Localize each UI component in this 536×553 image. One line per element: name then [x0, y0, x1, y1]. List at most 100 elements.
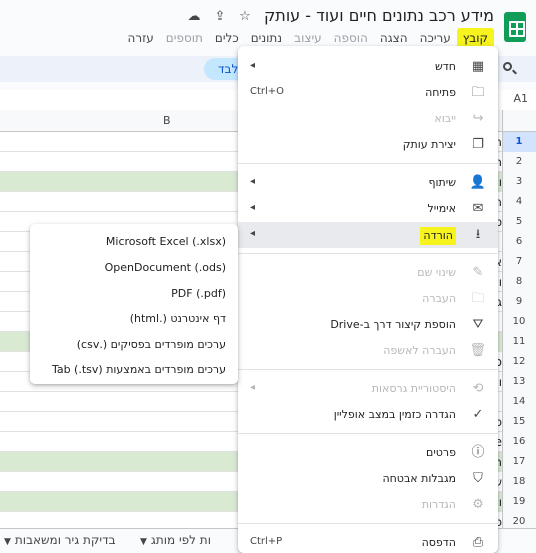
- menu-file[interactable]: קובץ: [456, 28, 494, 48]
- file-menu-item-label: ייבוא: [434, 112, 456, 125]
- row-number[interactable]: 2: [502, 152, 536, 172]
- file-menu-item: ⚙ הגדרות: [238, 492, 498, 518]
- file-menu-item[interactable]: ✉ אימייל ◂: [238, 196, 498, 222]
- file-menu-item: ⟲ היסטוריית גרסאות ◂: [238, 376, 498, 402]
- row-number[interactable]: 10: [502, 312, 536, 332]
- row-number[interactable]: 12: [502, 352, 536, 372]
- file-menu-item[interactable]: ⎙ הדפסה Ctrl+P: [238, 530, 498, 553]
- file-menu-item[interactable]: ⓘ פרטים: [238, 440, 498, 466]
- menu-format[interactable]: עיצוב: [288, 28, 328, 48]
- sheets-logo-icon[interactable]: [504, 12, 526, 42]
- file-menu-item-label: העברה: [422, 292, 456, 305]
- file-menu-item-label: הגדרה כזמין במצב אופליין: [333, 408, 456, 421]
- sheet-tab-partial[interactable]: ות לפי מותג▼: [140, 531, 211, 549]
- file-menu-item[interactable]: ⭳ הורדה ◂: [238, 222, 498, 248]
- email-icon: ✉: [472, 201, 484, 216]
- menu-edit[interactable]: עריכה: [414, 28, 457, 48]
- menu-extensions[interactable]: תוספים: [160, 28, 209, 48]
- file-menu-item-label: פרטים: [426, 446, 456, 459]
- row-number[interactable]: 3: [502, 172, 536, 192]
- info-icon: ⓘ: [471, 445, 485, 460]
- file-menu-item[interactable]: ⛉ מגבלות אבטחה: [238, 466, 498, 492]
- row-number[interactable]: 7: [502, 252, 536, 272]
- submenu-arrow-icon: ◂: [250, 382, 256, 393]
- file-menu-item-label: היסטוריית גרסאות: [371, 382, 456, 395]
- shortcut-hint: Ctrl+P: [250, 536, 283, 547]
- dropdown-arrow-icon: ▼: [4, 537, 11, 547]
- star-icon[interactable]: ☆: [237, 9, 253, 25]
- submenu-arrow-icon: ◂: [250, 60, 256, 71]
- file-menu-item: ↪ ייבוא: [238, 106, 498, 132]
- row-number[interactable]: 6: [502, 232, 536, 252]
- download-format-label: Microsoft Excel (.xlsx): [105, 235, 226, 248]
- row-number[interactable]: 13: [502, 372, 536, 392]
- submenu-arrow-icon: ◂: [250, 202, 256, 213]
- rename-pencil-icon: ✎: [472, 265, 484, 280]
- download-format-label: ערכים מופרדים בפסיקים (.csv): [76, 338, 226, 351]
- menu-separator: [238, 523, 498, 524]
- row-number[interactable]: 5: [502, 212, 536, 232]
- file-menu: ▦ חדש ◂ 🗀 פתיחה Ctrl+O ↪ ייבוא ❐ יצירת עותק 👤 שיתוף…: [238, 46, 498, 553]
- file-menu-item: 🗀 העברה: [238, 286, 498, 312]
- menu-view[interactable]: הצגה: [374, 28, 414, 48]
- menu-bar: קובץ עריכה הצגה הוספה עיצוב נתונים כלים …: [122, 28, 494, 48]
- menu-separator: [238, 433, 498, 434]
- settings-gear-icon: ⚙: [472, 497, 484, 512]
- download-format-item[interactable]: ערכים מופרדים באמצעות Tab (.tsv): [30, 357, 238, 382]
- download-format-item[interactable]: Microsoft Excel (.xlsx): [30, 229, 238, 254]
- row-number[interactable]: 18: [502, 472, 536, 492]
- download-format-item[interactable]: דף אינטרנט (.html): [30, 306, 238, 331]
- name-box[interactable]: A1: [513, 92, 528, 105]
- menu-help[interactable]: עזרה: [122, 28, 160, 48]
- file-menu-item[interactable]: ▦ חדש ◂: [238, 54, 498, 80]
- menu-separator: [238, 163, 498, 164]
- download-format-item[interactable]: OpenDocument (.ods): [30, 255, 238, 280]
- sheet-tab-label: בדיקת גיר ומשאבות: [14, 533, 116, 547]
- move-folder-icon[interactable]: ⇪: [212, 9, 228, 25]
- row-number[interactable]: 1: [502, 132, 536, 152]
- download-format-label: דף אינטרנט (.html): [129, 312, 226, 325]
- download-submenu: Microsoft Excel (.xlsx) OpenDocument (.od…: [30, 224, 238, 384]
- file-menu-item-label: הגדרות: [421, 498, 456, 511]
- row-number[interactable]: 15: [502, 412, 536, 432]
- cloud-status-icon[interactable]: ☁: [186, 9, 202, 25]
- file-menu-item[interactable]: 👤 שיתוף ◂: [238, 170, 498, 196]
- menu-insert[interactable]: הוספה: [328, 28, 374, 48]
- search-menus-button[interactable]: [498, 58, 520, 80]
- security-shield-icon: ⛉: [473, 471, 483, 486]
- row-number[interactable]: 14: [502, 392, 536, 412]
- download-format-item[interactable]: PDF (.pdf): [30, 281, 238, 306]
- menu-tools[interactable]: כלים: [209, 28, 245, 48]
- download-format-label: ערכים מופרדים באמצעות Tab (.tsv): [51, 363, 226, 376]
- submenu-arrow-icon: ◂: [250, 228, 256, 239]
- offline-check-icon: ✓: [472, 407, 484, 422]
- download-icon: ⭳: [475, 227, 481, 242]
- submenu-arrow-icon: ◂: [250, 176, 256, 187]
- menu-data[interactable]: נתונים: [245, 28, 288, 48]
- row-number[interactable]: 4: [502, 192, 536, 212]
- file-menu-item: ✎ שינוי שם: [238, 260, 498, 286]
- file-menu-item[interactable]: ✓ הגדרה כזמין במצב אופליין: [238, 402, 498, 428]
- shortcut-hint: Ctrl+O: [250, 86, 285, 97]
- row-number[interactable]: 8: [502, 272, 536, 292]
- drive-shortcut-icon: ⛛: [472, 317, 484, 332]
- search-icon: [503, 62, 512, 71]
- file-menu-item[interactable]: ⛛ הוספת קיצור דרך ב-Drive: [238, 312, 498, 338]
- row-number[interactable]: 9: [502, 292, 536, 312]
- trash-icon: 🗑: [469, 343, 486, 358]
- sheet-tab-gearbox[interactable]: בדיקת גיר ומשאבות▼: [4, 531, 116, 549]
- download-format-item[interactable]: ערכים מופרדים בפסיקים (.csv): [30, 332, 238, 357]
- print-icon: ⎙: [472, 535, 484, 550]
- file-menu-item[interactable]: ❐ יצירת עותק: [238, 132, 498, 158]
- document-title[interactable]: מידע רכב נתונים חיים ועוד - עותק: [264, 6, 494, 25]
- column-header-b[interactable]: B: [163, 114, 171, 127]
- row-number[interactable]: 17: [502, 452, 536, 472]
- file-menu-item[interactable]: 🗀 פתיחה Ctrl+O: [238, 80, 498, 106]
- row-number[interactable]: 11: [502, 332, 536, 352]
- row-number[interactable]: 19: [502, 492, 536, 512]
- download-format-label: PDF (.pdf): [171, 287, 226, 300]
- file-menu-item-label: הוספת קיצור דרך ב-Drive: [330, 318, 456, 331]
- row-number[interactable]: 16: [502, 432, 536, 452]
- copy-icon: ❐: [472, 137, 484, 152]
- version-history-icon: ⟲: [472, 381, 484, 396]
